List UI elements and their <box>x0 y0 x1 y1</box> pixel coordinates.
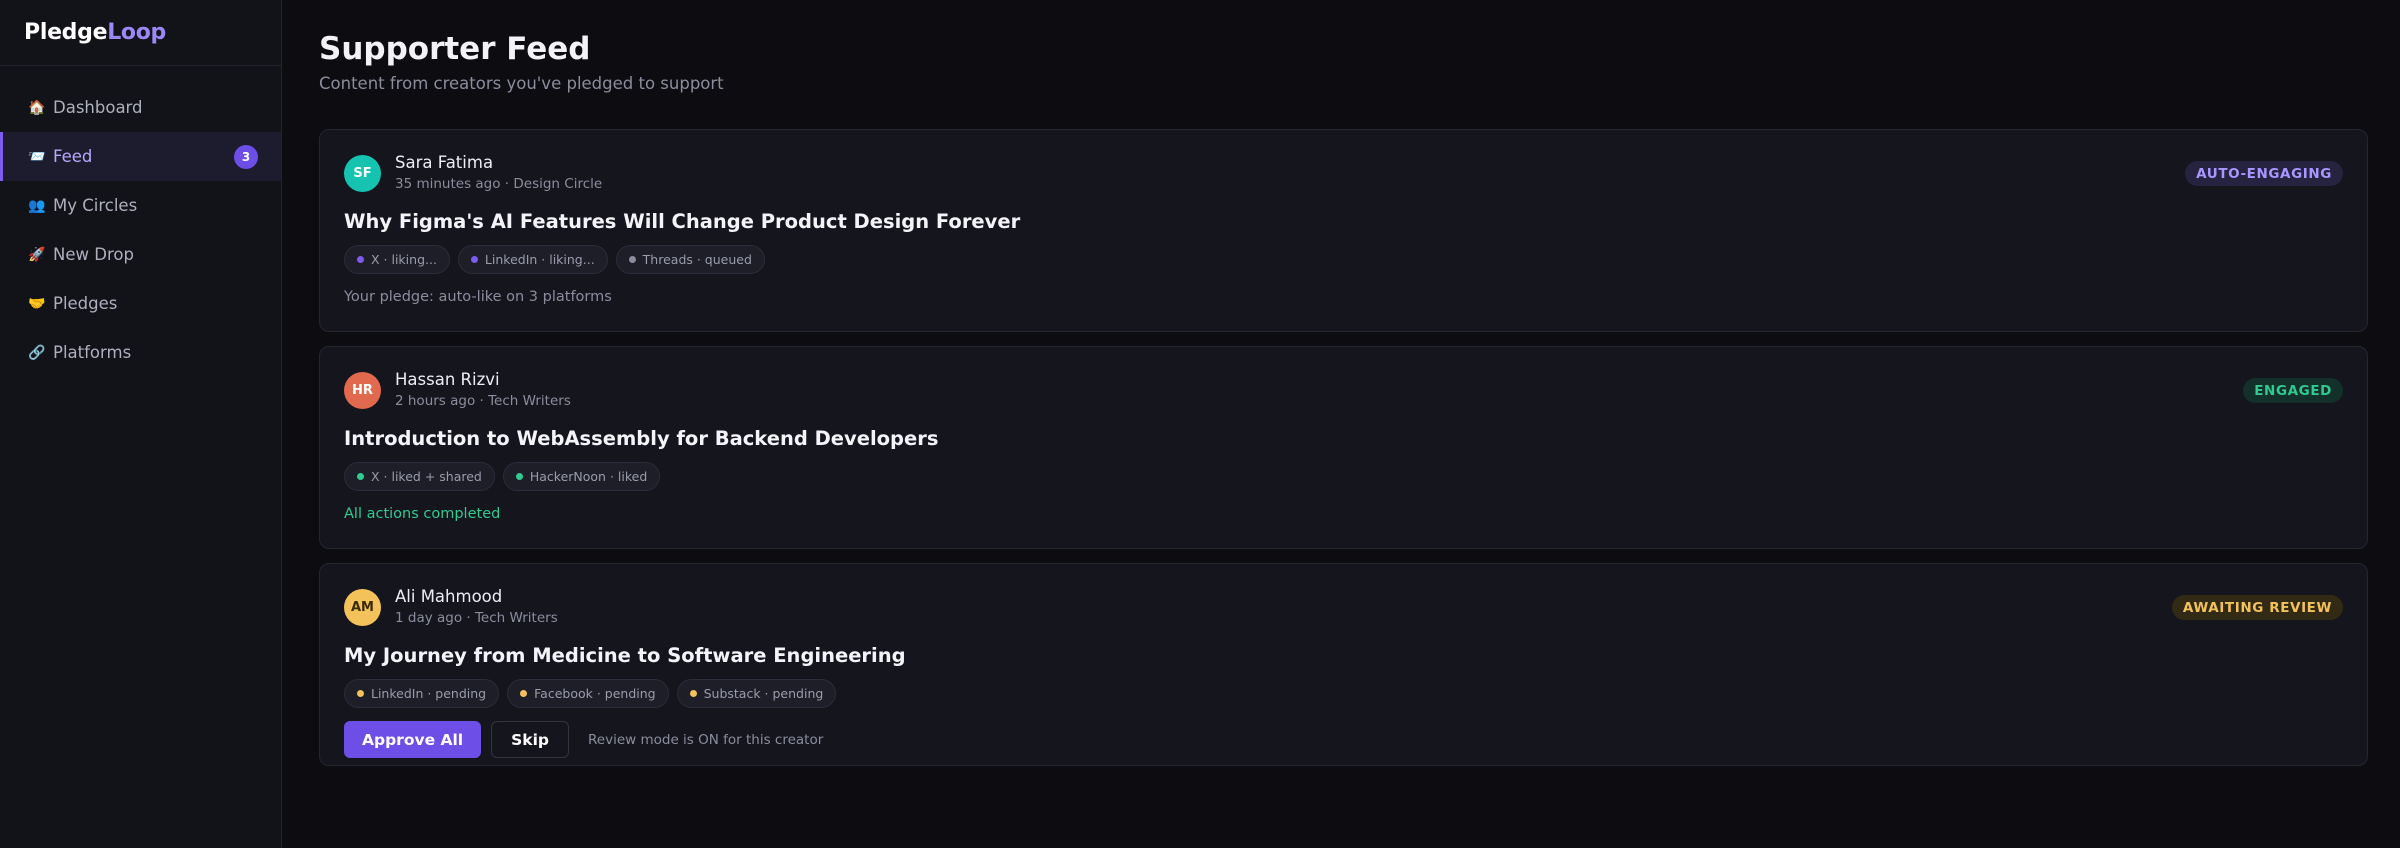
sidebar-item-dashboard[interactable]: 🏠 Dashboard <box>0 83 281 132</box>
platform-chip: LinkedIn · liking... <box>457 245 608 274</box>
post-meta: 35 minutes ago · Design Circle <box>395 176 603 192</box>
house-icon: 🏠 <box>28 99 46 116</box>
post-title[interactable]: My Journey from Medicine to Software Eng… <box>344 644 2343 668</box>
page-title: Supporter Feed <box>319 31 591 67</box>
platform-chip: Threads · queued <box>615 245 765 274</box>
status-dot <box>520 690 528 697</box>
status-dot <box>515 473 523 480</box>
platform-chip: X · liking... <box>344 245 450 274</box>
avatar[interactable]: AM <box>344 588 381 626</box>
feed-list: SF Sara Fatima 35 minutes ago · Design C… <box>319 129 2368 766</box>
chip-label: LinkedIn · liking... <box>484 252 595 267</box>
review-actions: Approve All Skip Review mode is ON for t… <box>344 721 2343 758</box>
sidebar-item-label: My Circles <box>53 196 138 215</box>
author-name[interactable]: Hassan Rizvi <box>395 370 571 390</box>
chip-label: Substack · pending <box>703 686 824 701</box>
chip-label: Threads · queued <box>642 252 752 267</box>
post-header: HR Hassan Rizvi 2 hours ago · Tech Write… <box>344 370 2343 410</box>
page-subtitle: Content from creators you've pledged to … <box>319 74 724 93</box>
status-badge: AWAITING REVIEW <box>2171 595 2343 620</box>
status-dot <box>470 256 478 263</box>
completion-note: All actions completed <box>344 506 501 522</box>
platform-chips: LinkedIn · pending Facebook · pending Su… <box>344 679 2343 708</box>
sidebar-item-pledges[interactable]: 🤝 Pledges <box>0 279 281 328</box>
inbox-icon: 📨 <box>28 148 46 165</box>
status-dot <box>628 256 636 263</box>
post-card[interactable]: HR Hassan Rizvi 2 hours ago · Tech Write… <box>319 346 2368 549</box>
post-title[interactable]: Why Figma's AI Features Will Change Prod… <box>344 210 2343 234</box>
sidebar-item-label: Feed <box>53 147 93 166</box>
review-mode-hint: Review mode is ON for this creator <box>588 731 824 748</box>
sidebar-item-platforms[interactable]: 🔗 Platforms <box>0 328 281 377</box>
post-card[interactable]: AM Ali Mahmood 1 day ago · Tech Writers … <box>319 563 2368 766</box>
post-title[interactable]: Introduction to WebAssembly for Backend … <box>344 427 2343 451</box>
status-dot <box>357 256 364 263</box>
status-badge: ENGAGED <box>2243 378 2343 403</box>
platform-chip: LinkedIn · pending <box>344 679 500 708</box>
sidebar-item-label: Pledges <box>53 294 118 313</box>
avatar[interactable]: SF <box>344 154 381 192</box>
author-name[interactable]: Sara Fatima <box>395 153 602 173</box>
sidebar-item-label: Platforms <box>53 343 132 362</box>
pledge-note: Your pledge: auto-like on 3 platforms <box>344 289 612 305</box>
sidebar-item-my-circles[interactable]: 👥 My Circles <box>0 181 281 230</box>
sidebar-nav: 🏠 Dashboard 📨 Feed 3 👥 My Circles 🚀 New … <box>0 66 281 377</box>
sidebar-item-feed[interactable]: 📨 Feed 3 <box>0 132 281 181</box>
skip-button[interactable]: Skip <box>491 721 570 758</box>
chip-label: X · liked + shared <box>371 469 482 484</box>
post-card[interactable]: SF Sara Fatima 35 minutes ago · Design C… <box>319 129 2368 332</box>
sidebar: Pledge Loop 🏠 Dashboard 📨 Feed 3 👥 My Cir… <box>0 0 282 848</box>
post-meta: 2 hours ago · Tech Writers <box>395 393 571 409</box>
chip-label: Facebook · pending <box>534 686 656 701</box>
platform-chip: HackerNoon · liked <box>502 462 661 491</box>
post-header: SF Sara Fatima 35 minutes ago · Design C… <box>344 153 2343 193</box>
status-dot <box>357 690 364 697</box>
platform-chip: Facebook · pending <box>507 679 669 708</box>
chip-label: X · liking... <box>371 252 437 267</box>
sidebar-item-label: New Drop <box>53 245 134 264</box>
post-header: AM Ali Mahmood 1 day ago · Tech Writers <box>344 587 2343 627</box>
platform-chips: X · liking... LinkedIn · liking... Threa… <box>344 245 2343 274</box>
logo-text-pledge: Pledge <box>24 20 108 45</box>
platform-chip: X · liked + shared <box>344 462 495 491</box>
chip-label: HackerNoon · liked <box>529 469 648 484</box>
status-dot <box>357 473 364 480</box>
sidebar-item-new-drop[interactable]: 🚀 New Drop <box>0 230 281 279</box>
chip-label: LinkedIn · pending <box>371 686 487 701</box>
handshake-icon: 🤝 <box>28 295 46 312</box>
status-badge: AUTO-ENGAGING <box>2185 161 2343 186</box>
sidebar-item-label: Dashboard <box>53 98 143 117</box>
post-meta: 1 day ago · Tech Writers <box>395 610 558 626</box>
logo-text-loop: Loop <box>107 20 166 45</box>
link-icon: 🔗 <box>28 344 46 361</box>
platform-chips: X · liked + shared HackerNoon · liked <box>344 462 2343 491</box>
status-dot <box>689 690 697 697</box>
avatar[interactable]: HR <box>344 371 381 409</box>
approve-all-button[interactable]: Approve All <box>344 721 482 758</box>
author-name[interactable]: Ali Mahmood <box>395 587 558 607</box>
app-logo[interactable]: Pledge Loop <box>0 0 281 66</box>
main-content: Supporter Feed Content from creators you… <box>282 0 2400 848</box>
feed-count-badge: 3 <box>234 144 258 169</box>
people-icon: 👥 <box>28 197 46 214</box>
platform-chip: Substack · pending <box>676 679 837 708</box>
rocket-icon: 🚀 <box>28 246 46 263</box>
